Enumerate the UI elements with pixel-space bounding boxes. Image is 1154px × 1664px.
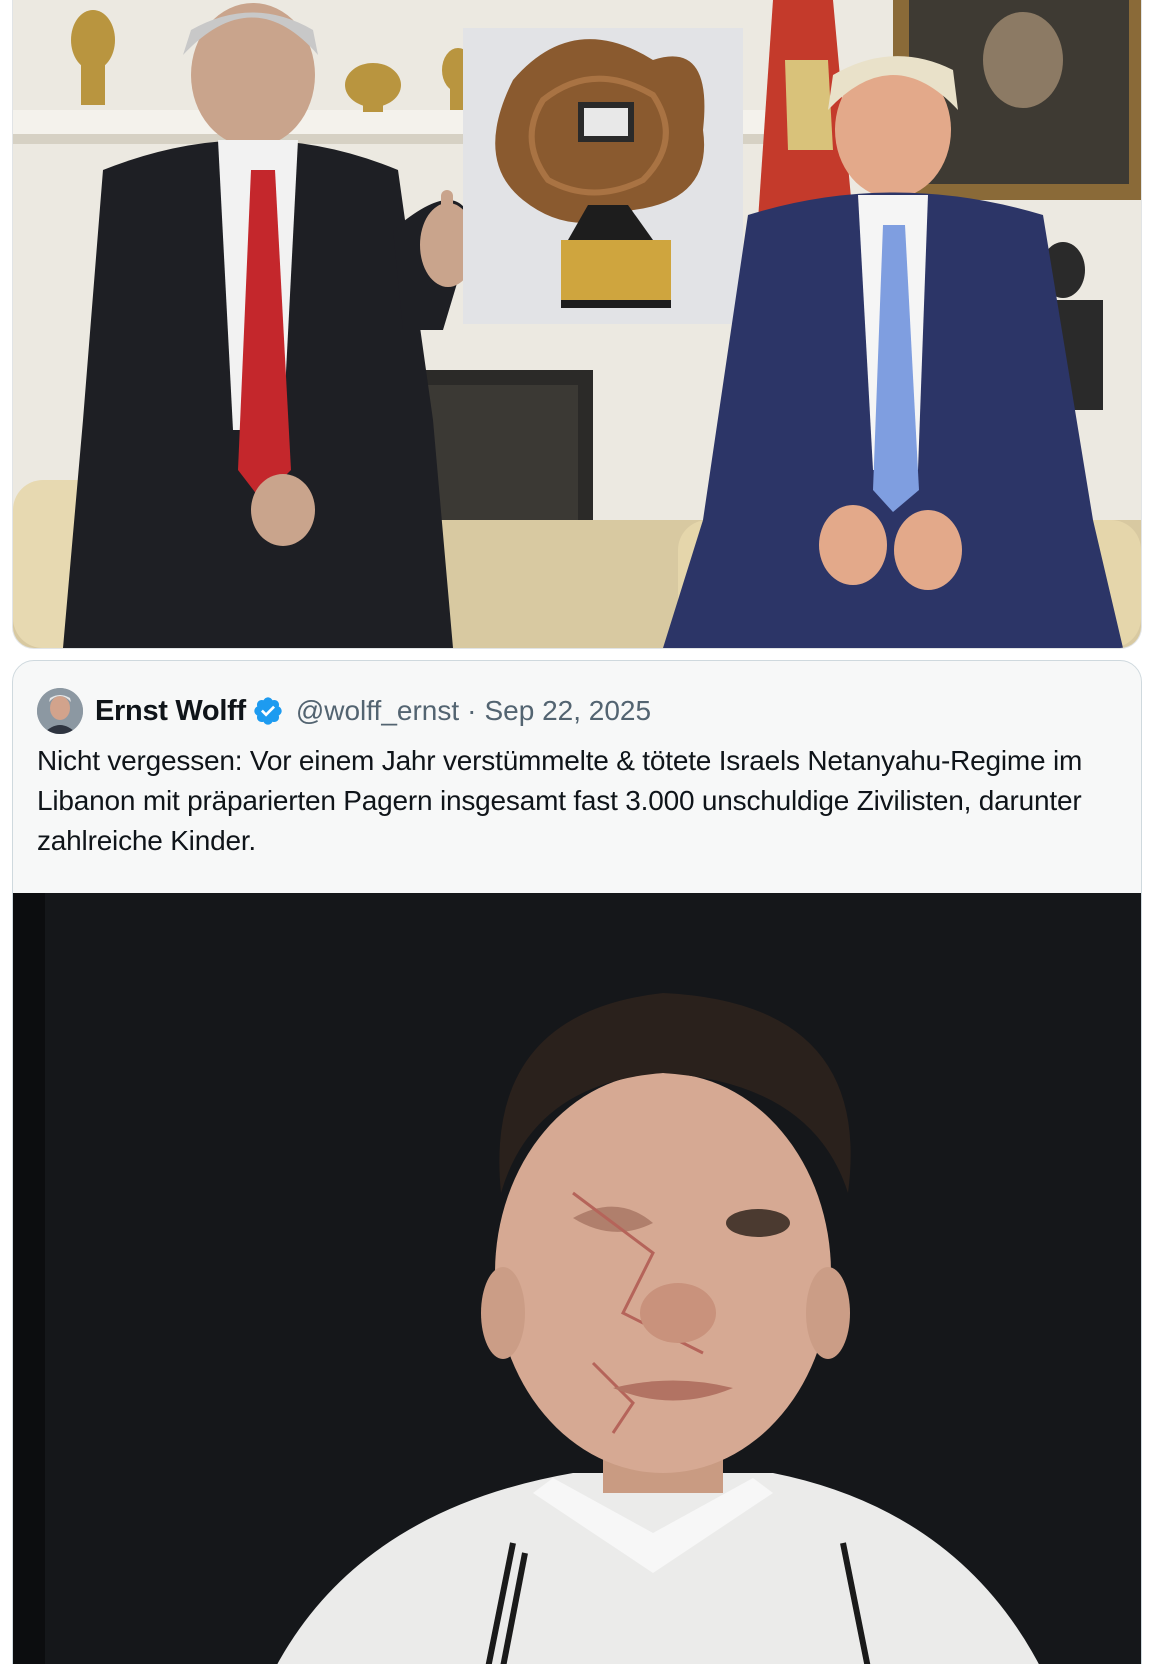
post-page: Ernst Wolff @wolff_ernst · Sep 22, 2025 … [0,0,1154,1664]
quoted-post-card[interactable]: Ernst Wolff @wolff_ernst · Sep 22, 2025 … [12,660,1142,1664]
avatar[interactable] [37,688,83,734]
quoted-post-media[interactable] [13,893,1141,1664]
quoted-post-header: Ernst Wolff @wolff_ernst · Sep 22, 2025 [37,687,651,735]
post-media-photo[interactable] [12,0,1142,649]
author-name[interactable]: Ernst Wolff [95,695,246,728]
leaders-meeting-photo [13,0,1141,648]
post-date[interactable]: Sep 22, 2025 [484,695,651,727]
separator-dot: · [467,695,477,726]
author-handle[interactable]: @wolff_ernst [296,695,459,727]
verified-badge-icon [254,697,282,725]
author-avatar-image [37,688,83,734]
injured-boy-photo [13,893,1141,1664]
quoted-post-text: Nicht vergessen: Vor einem Jahr verstümm… [37,745,1083,856]
